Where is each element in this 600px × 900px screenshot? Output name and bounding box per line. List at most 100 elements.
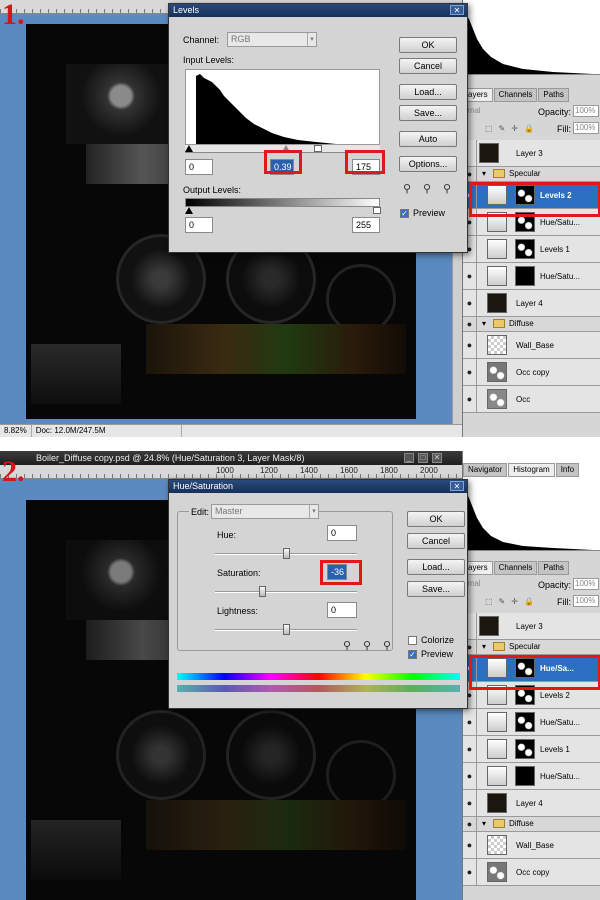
ok-button[interactable]: OK bbox=[399, 37, 457, 53]
output-white-field[interactable]: 255 bbox=[352, 217, 380, 233]
layer-row[interactable]: ● Hue/Satu... bbox=[463, 709, 600, 736]
visibility-eye-icon[interactable]: ● bbox=[463, 790, 477, 816]
visibility-eye-icon[interactable]: ● bbox=[463, 386, 477, 412]
channel-select[interactable]: RGB ▾ bbox=[227, 32, 317, 47]
layer-row[interactable]: ● Layer 4 bbox=[463, 790, 600, 817]
tab-channels[interactable]: Channels bbox=[493, 88, 538, 102]
layer-thumbnail bbox=[479, 143, 499, 163]
close-icon[interactable]: ✕ bbox=[432, 453, 442, 463]
white-eyedropper-icon[interactable]: ⚲ bbox=[443, 182, 451, 195]
group-row[interactable]: ● ▾ Specular bbox=[463, 167, 600, 182]
group-row[interactable]: ● ▾ Specular bbox=[463, 640, 600, 655]
visibility-eye-icon[interactable]: ● bbox=[463, 763, 477, 789]
tab-histogram[interactable]: Histogram bbox=[508, 463, 555, 477]
group-row[interactable]: ● ▾ Diffuse bbox=[463, 317, 600, 332]
layer-row[interactable]: ● Levels 1 bbox=[463, 236, 600, 263]
preview-checkbox[interactable]: ✓ bbox=[408, 650, 417, 659]
divider bbox=[0, 437, 600, 451]
preview-checkbox[interactable]: ✓ bbox=[400, 209, 409, 218]
layer-name: Occ copy bbox=[516, 868, 550, 877]
gray-eyedropper-icon[interactable]: ⚲ bbox=[423, 182, 431, 195]
eyedropper-icon[interactable]: ⚲ bbox=[343, 639, 351, 652]
lock-icon[interactable]: ⬚✎✛🔒 bbox=[485, 124, 540, 133]
tab-channels[interactable]: Channels bbox=[493, 561, 538, 575]
adjustment-icon bbox=[487, 266, 507, 286]
output-white-handle[interactable] bbox=[373, 207, 381, 214]
visibility-eye-icon[interactable]: ● bbox=[463, 859, 477, 885]
save-button[interactable]: Save... bbox=[399, 105, 457, 121]
visibility-eye-icon[interactable]: ● bbox=[463, 263, 477, 289]
load-button[interactable]: Load... bbox=[407, 559, 465, 575]
lightness-slider-handle[interactable] bbox=[283, 624, 290, 635]
load-button[interactable]: Load... bbox=[399, 84, 457, 100]
white-point-handle[interactable] bbox=[314, 145, 322, 152]
tab-info[interactable]: Info bbox=[555, 463, 580, 477]
visibility-eye-icon[interactable]: ● bbox=[463, 832, 477, 858]
layer-row[interactable]: ● Wall_Base bbox=[463, 832, 600, 859]
group-row[interactable]: ● ▾ Diffuse bbox=[463, 817, 600, 832]
zoom-level[interactable]: 8.82% bbox=[0, 425, 32, 437]
chevron-down-icon[interactable]: ▾ bbox=[482, 642, 486, 651]
layer-row[interactable]: Layer 3 bbox=[463, 613, 600, 640]
visibility-eye-icon[interactable]: ● bbox=[463, 817, 477, 831]
subtract-eyedropper-icon[interactable]: ⚲ bbox=[383, 639, 391, 652]
hue-slider-handle[interactable] bbox=[283, 548, 290, 559]
lightness-field[interactable]: 0 bbox=[327, 602, 357, 618]
opacity-field[interactable]: 100% bbox=[573, 105, 599, 117]
auto-button[interactable]: Auto bbox=[399, 131, 457, 147]
dialog-title-bar[interactable]: Hue/Saturation ✕ bbox=[169, 480, 467, 493]
chevron-down-icon[interactable]: ▾ bbox=[482, 319, 486, 328]
layer-row[interactable]: ● Levels 1 bbox=[463, 736, 600, 763]
chevron-down-icon[interactable]: ▾ bbox=[482, 819, 486, 828]
hue-field[interactable]: 0 bbox=[327, 525, 357, 541]
visibility-eye-icon[interactable]: ● bbox=[463, 736, 477, 762]
chevron-down-icon[interactable]: ▾ bbox=[482, 169, 486, 178]
visibility-eye-icon[interactable]: ● bbox=[463, 359, 477, 385]
layer-row[interactable]: ● Occ copy bbox=[463, 859, 600, 886]
layer-row[interactable]: ● Wall_Base bbox=[463, 332, 600, 359]
lock-icon[interactable]: ⬚✎✛🔒 bbox=[485, 597, 540, 606]
save-button[interactable]: Save... bbox=[407, 581, 465, 597]
output-black-field[interactable]: 0 bbox=[185, 217, 213, 233]
ok-button[interactable]: OK bbox=[407, 511, 465, 527]
saturation-slider-handle[interactable] bbox=[259, 586, 266, 597]
add-eyedropper-icon[interactable]: ⚲ bbox=[363, 639, 371, 652]
white-highlight bbox=[345, 150, 385, 174]
colorize-checkbox[interactable] bbox=[408, 636, 417, 645]
layer-name: Occ copy bbox=[516, 368, 550, 377]
layer-row[interactable]: ● Occ bbox=[463, 386, 600, 413]
close-icon[interactable]: ✕ bbox=[450, 5, 464, 15]
layer-row[interactable]: ● Layer 4 bbox=[463, 290, 600, 317]
tab-navigator[interactable]: Navigator bbox=[463, 463, 508, 477]
layer-name: Wall_Base bbox=[516, 841, 554, 850]
black-eyedropper-icon[interactable]: ⚲ bbox=[403, 182, 411, 195]
visibility-eye-icon[interactable]: ● bbox=[463, 317, 477, 331]
document-title-bar[interactable]: Boiler_Diffuse copy.psd @ 24.8% (Hue/Sat… bbox=[0, 451, 462, 465]
output-black-handle[interactable] bbox=[185, 207, 193, 214]
visibility-eye-icon[interactable]: ● bbox=[463, 709, 477, 735]
close-icon[interactable]: ✕ bbox=[450, 481, 464, 491]
edit-select[interactable]: Master ▾ bbox=[211, 504, 319, 519]
layer-row[interactable]: ● Hue/Satu... bbox=[463, 263, 600, 290]
visibility-eye-icon[interactable]: ● bbox=[463, 332, 477, 358]
tab-paths[interactable]: Paths bbox=[538, 561, 569, 575]
layer-row[interactable]: Layer 3 bbox=[463, 140, 600, 167]
visibility-eye-icon[interactable]: ● bbox=[463, 290, 477, 316]
cancel-button[interactable]: Cancel bbox=[399, 58, 457, 74]
cancel-button[interactable]: Cancel bbox=[407, 533, 465, 549]
dialog-title-bar[interactable]: Levels ✕ bbox=[169, 4, 467, 17]
preview-label: Preview bbox=[413, 208, 446, 218]
minimize-icon[interactable]: _ bbox=[404, 453, 414, 463]
tab-paths[interactable]: Paths bbox=[538, 88, 569, 102]
black-point-handle[interactable] bbox=[185, 145, 193, 152]
layer-row[interactable]: ● Hue/Satu... bbox=[463, 763, 600, 790]
layer-row[interactable]: ● Occ copy bbox=[463, 359, 600, 386]
options-button[interactable]: Options... bbox=[399, 156, 457, 172]
fill-field[interactable]: 100% bbox=[573, 595, 599, 607]
opacity-field[interactable]: 100% bbox=[573, 578, 599, 590]
maximize-icon[interactable]: □ bbox=[418, 453, 428, 463]
fill-field[interactable]: 100% bbox=[573, 122, 599, 134]
saturation-slider-track[interactable] bbox=[215, 591, 357, 593]
doc-size[interactable]: Doc: 12.0M/247.5M bbox=[32, 425, 182, 437]
input-black-field[interactable]: 0 bbox=[185, 159, 213, 175]
